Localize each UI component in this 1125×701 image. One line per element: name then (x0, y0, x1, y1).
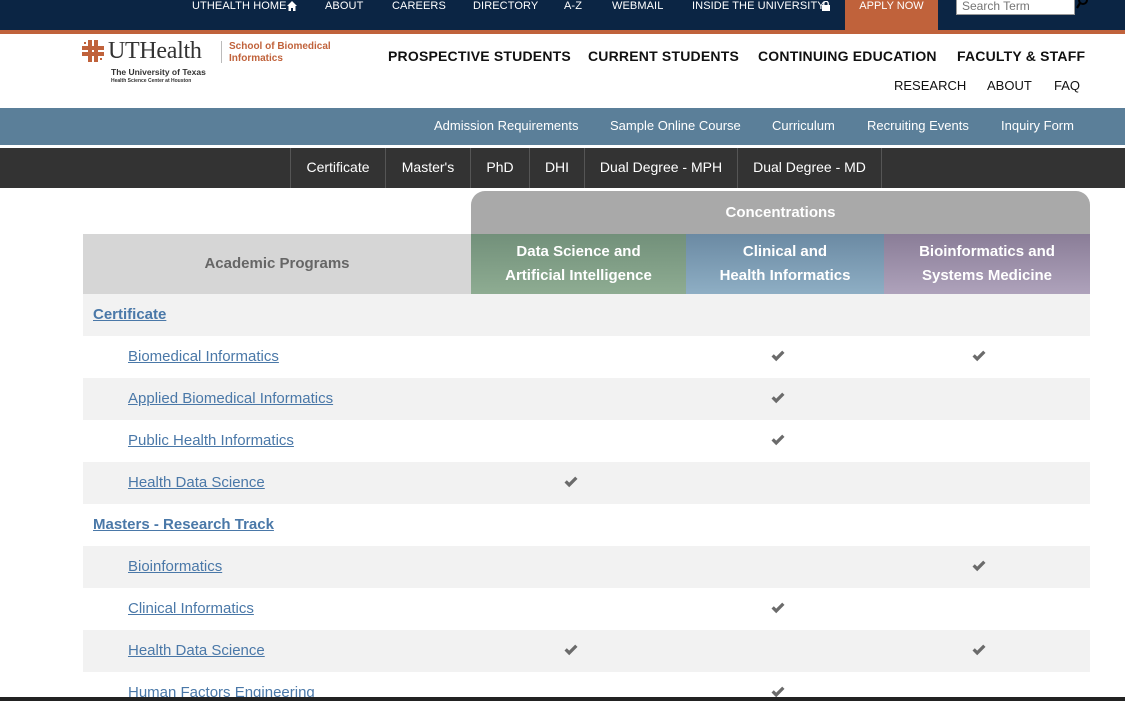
admissions-nav: Admission Requirements Sample Online Cou… (0, 108, 1125, 145)
logo-wordmark: UTHealth (108, 38, 202, 64)
search-input[interactable] (956, 0, 1075, 15)
apply-now-button[interactable]: APPLY NOW (845, 0, 938, 30)
program-link[interactable]: Clinical Informatics (128, 600, 254, 617)
tab-dhi[interactable]: DHI (529, 148, 585, 188)
recruiting-events-link[interactable]: Recruiting Events (867, 118, 969, 133)
window-bottom-edge (0, 697, 1125, 701)
program-link[interactable]: Health Data Science (128, 642, 265, 659)
utility-bar: UTHEALTH HOME ABOUT CAREERS DIRECTORY A-… (0, 0, 1125, 30)
table-row: Health Data Science (83, 462, 1090, 504)
tab-dual-degree-mph[interactable]: Dual Degree - MPH (584, 148, 738, 188)
checkmark-icon (972, 560, 986, 572)
nav-research[interactable]: RESEARCH (894, 78, 966, 93)
nav-continuing-education[interactable]: CONTINUING EDUCATION (758, 48, 937, 64)
checkmark-icon (564, 476, 578, 488)
accent-rule (0, 30, 1125, 34)
table-row: Masters - Research Track (83, 504, 1090, 546)
nav-faq[interactable]: FAQ (1054, 78, 1080, 93)
curriculum-link[interactable]: Curriculum (772, 118, 835, 133)
inside-the-university-link[interactable]: INSIDE THE UNIVERSITY (692, 0, 825, 30)
directory-link[interactable]: DIRECTORY (473, 0, 538, 30)
program-section-link[interactable]: Masters - Research Track (93, 516, 274, 533)
logo-university: The University of Texas (111, 67, 206, 77)
tab-dual-degree-md[interactable]: Dual Degree - MD (737, 148, 882, 188)
column-data-science-ai: Data Science and Artificial Intelligence (471, 234, 686, 294)
checkmark-icon (564, 644, 578, 656)
table-row: Applied Biomedical Informatics (83, 378, 1090, 420)
table-row: Public Health Informatics (83, 420, 1090, 462)
program-link[interactable]: Health Data Science (128, 474, 265, 491)
checkmark-icon (771, 602, 785, 614)
checkmark-icon (972, 644, 986, 656)
column-clinical-health-informatics: Clinical and Health Informatics (686, 234, 884, 294)
nav-about[interactable]: ABOUT (987, 78, 1032, 93)
program-link[interactable]: Public Health Informatics (128, 432, 294, 449)
inquiry-form-link[interactable]: Inquiry Form (1001, 118, 1074, 133)
column-title-line2: Artificial Intelligence (505, 267, 652, 284)
concentrations-header: Concentrations (471, 191, 1090, 234)
a-z-link[interactable]: A-Z (564, 0, 582, 30)
checkmark-icon (972, 350, 986, 362)
nav-faculty-staff[interactable]: FACULTY & STAFF (957, 48, 1085, 64)
tab-phd[interactable]: PhD (470, 148, 530, 188)
table-row: Biomedical Informatics (83, 336, 1090, 378)
column-title-line2: Health Informatics (719, 267, 851, 284)
uthealth-home-link[interactable]: UTHEALTH HOME (192, 0, 287, 30)
search-icon[interactable] (1074, 0, 1090, 10)
academic-programs-header: Academic Programs (83, 234, 471, 294)
checkmark-icon (771, 392, 785, 404)
column-title-line1: Data Science and (516, 243, 641, 260)
column-bioinformatics-systems-medicine: Bioinformatics and Systems Medicine (884, 234, 1090, 294)
program-link[interactable]: Applied Biomedical Informatics (128, 390, 333, 407)
lock-icon (822, 1, 830, 11)
admission-requirements-link[interactable]: Admission Requirements (434, 118, 579, 133)
tab-certificate[interactable]: Certificate (290, 148, 386, 188)
webmail-link[interactable]: WEBMAIL (612, 0, 663, 30)
careers-link[interactable]: CAREERS (392, 0, 446, 30)
program-link[interactable]: Biomedical Informatics (128, 348, 279, 365)
table-row: Clinical Informatics (83, 588, 1090, 630)
program-link[interactable]: Bioinformatics (128, 558, 222, 575)
nav-current-students[interactable]: CURRENT STUDENTS (588, 48, 739, 64)
about-link[interactable]: ABOUT (325, 0, 363, 30)
table-row: Certificate (83, 294, 1090, 336)
tab-masters[interactable]: Master's (385, 148, 471, 188)
nav-prospective-students[interactable]: PROSPECTIVE STUDENTS (388, 48, 571, 64)
column-title-line1: Clinical and (742, 243, 828, 260)
home-icon (287, 1, 297, 11)
table-row: Bioinformatics (83, 546, 1090, 588)
sample-online-course-link[interactable]: Sample Online Course (610, 118, 741, 133)
uthealth-logo[interactable]: UTHealth School of Biomedical Informatic… (82, 38, 342, 88)
uthealth-crest-icon (82, 40, 104, 62)
degree-tabs: Certificate Master's PhD DHI Dual Degree… (0, 148, 1125, 188)
program-section-link[interactable]: Certificate (93, 306, 166, 323)
logo-divider (221, 41, 222, 63)
checkmark-icon (771, 350, 785, 362)
logo-school-name: School of Biomedical Informatics (229, 41, 331, 64)
table-row: Health Data Science (83, 630, 1090, 672)
logo-campus: Health Science Center at Houston (111, 78, 192, 84)
checkmark-icon (771, 434, 785, 446)
column-title-line2: Systems Medicine (921, 267, 1053, 284)
column-title-line1: Bioinformatics and (919, 243, 1055, 260)
